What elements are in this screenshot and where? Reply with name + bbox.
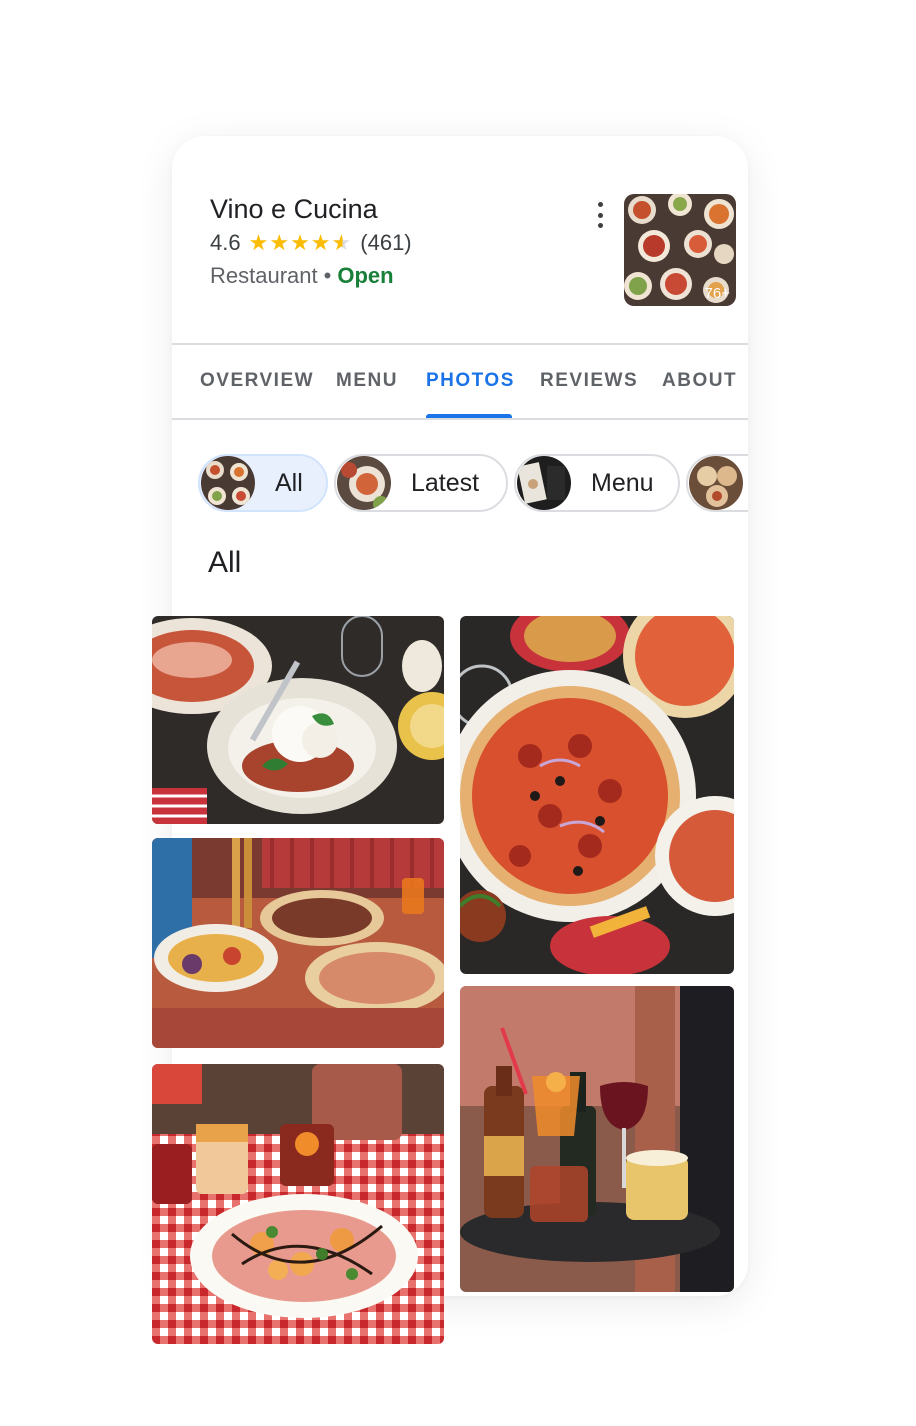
chip-menu-thumbnail — [517, 456, 571, 510]
rating-row[interactable]: 4.6 ★ ★ ★ ★ ★ (461) — [210, 230, 412, 256]
photo-pizzas-table[interactable] — [152, 838, 444, 1048]
header-divider — [172, 343, 748, 345]
photo-count-label: 76+ — [704, 285, 730, 302]
half-star-icon: ★ — [331, 230, 352, 255]
chip-menu-label: Menu — [591, 468, 654, 497]
more-options-icon[interactable] — [592, 202, 608, 228]
photo-drinks-tray[interactable] — [460, 986, 734, 1292]
chip-all[interactable]: All — [198, 454, 328, 512]
chip-food-thumbnail — [689, 456, 743, 510]
chip-food[interactable] — [686, 454, 748, 512]
chip-latest[interactable]: Latest — [334, 454, 508, 512]
photo-pepperoni-pizza[interactable] — [460, 616, 734, 974]
photo-prosciutto-melon[interactable] — [152, 1064, 444, 1344]
open-status: Open — [337, 263, 394, 288]
tab-bar: OVERVIEW MENU PHOTOS REVIEWS ABOUT — [172, 346, 748, 420]
category-row: Restaurant • Open — [210, 263, 394, 289]
tab-about[interactable]: ABOUT — [662, 370, 737, 392]
tab-photos[interactable]: PHOTOS — [426, 370, 515, 392]
separator-dot: • — [323, 263, 332, 288]
tab-menu[interactable]: MENU — [336, 370, 398, 392]
photo-burrata[interactable] — [152, 616, 444, 824]
star-icon: ★ — [269, 230, 290, 255]
chip-all-label: All — [275, 468, 303, 497]
chip-menu[interactable]: Menu — [514, 454, 680, 512]
tabs-divider — [172, 418, 748, 420]
rating-value: 4.6 — [210, 230, 241, 255]
star-rating: ★ ★ ★ ★ ★ — [249, 232, 353, 254]
business-name: Vino e Cucina — [210, 194, 378, 224]
star-icon: ★ — [248, 230, 269, 255]
chip-all-thumbnail — [201, 456, 255, 510]
star-icon: ★ — [290, 230, 310, 255]
star-icon: ★ — [310, 230, 331, 255]
reviews-count[interactable]: (461) — [360, 230, 411, 256]
tab-overview[interactable]: OVERVIEW — [200, 370, 314, 392]
category-label: Restaurant — [210, 263, 318, 288]
tab-reviews[interactable]: REVIEWS — [540, 370, 638, 392]
chip-latest-label: Latest — [411, 468, 480, 497]
chip-latest-thumbnail — [337, 456, 391, 510]
section-title: All — [208, 546, 242, 579]
business-thumbnail[interactable]: 76+ — [624, 194, 736, 306]
